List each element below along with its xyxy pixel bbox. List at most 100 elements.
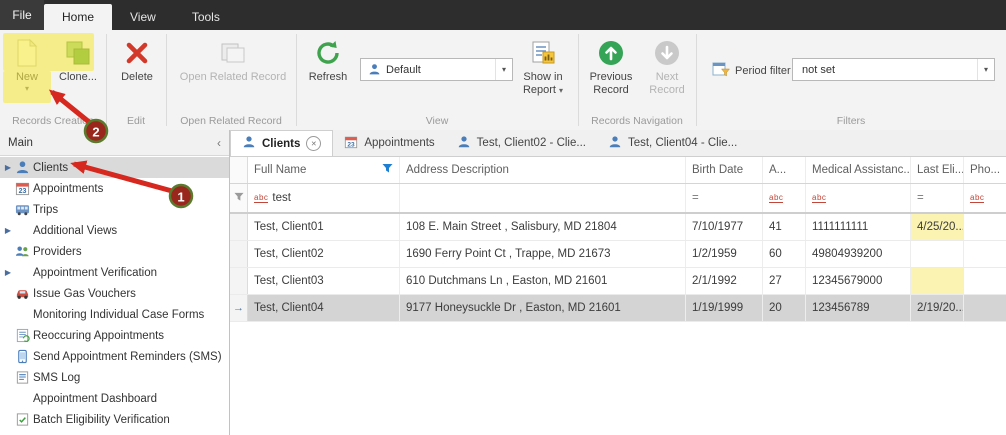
person-icon [457, 135, 471, 152]
sidebar-item-issue-gas-vouchers[interactable]: Issue Gas Vouchers [0, 283, 229, 304]
person-icon [366, 62, 382, 78]
document-tabbar: Clients 23 Appointments Test, Client02 -… [230, 130, 1006, 157]
person-icon [608, 135, 622, 152]
view-selector-combo[interactable]: Default ▾ [360, 58, 513, 81]
tab-client02[interactable]: Test, Client02 - Clie... [446, 130, 597, 156]
group-label-filters: Filters [836, 115, 866, 127]
refresh-button[interactable]: Refresh [302, 33, 354, 118]
column-header-full-name[interactable]: Full Name [248, 157, 400, 183]
period-filter-label: Period filter [712, 61, 791, 80]
filter-age[interactable] [763, 184, 806, 212]
column-header-phone[interactable]: Pho... [964, 157, 1006, 183]
sidebar-item-clients[interactable]: ▶ Clients [0, 157, 229, 178]
open-related-record-button[interactable]: Open Related Record [176, 33, 290, 118]
column-header-last-eligibility[interactable]: Last Eli... [911, 157, 964, 183]
sidebar: Main ‹ ▶ Clients 23 Appointments Trips ▶ [0, 130, 230, 435]
sidebar-item-appointment-dashboard[interactable]: Appointment Dashboard [0, 388, 229, 409]
previous-record-button[interactable]: Previous Record [583, 33, 639, 118]
sidebar-item-additional-views[interactable]: ▶ Additional Views [0, 220, 229, 241]
group-label-records-navigation: Records Navigation [591, 115, 683, 127]
next-record-button[interactable]: Next Record [641, 33, 693, 118]
table-row[interactable]: Test, Client01 108 E. Main Street , Sali… [230, 214, 1006, 241]
new-button[interactable]: New ▾ [4, 33, 50, 118]
person-icon [13, 160, 32, 175]
sidebar-item-appointments[interactable]: 23 Appointments [0, 178, 229, 199]
menu-tab-tools[interactable]: Tools [174, 4, 238, 30]
menu-file[interactable]: File [0, 0, 44, 30]
sidebar-item-send-appointment-reminders[interactable]: Send Appointment Reminders (SMS) [0, 346, 229, 367]
sidebar-item-reoccuring-appointments[interactable]: Reoccuring Appointments [0, 325, 229, 346]
filter-phone[interactable] [964, 184, 1006, 212]
table-row[interactable]: Test, Client02 1690 Ferry Point Ct , Tra… [230, 241, 1006, 268]
ribbon-separator [578, 34, 579, 126]
log-list-icon [13, 370, 32, 385]
grid-header-row: Full Name Address Description Birth Date… [230, 157, 1006, 184]
combo-dropdown-icon[interactable]: ▾ [977, 59, 994, 80]
up-arrow-circle-icon [596, 38, 626, 68]
text-filter-icon [254, 193, 269, 203]
calendar-icon: 23 [13, 181, 32, 196]
sidebar-item-trips[interactable]: Trips [0, 199, 229, 220]
eligibility-cell: 4/25/20... [911, 214, 964, 240]
menu-tab-view[interactable]: View [112, 4, 174, 30]
menu-tab-home[interactable]: Home [44, 4, 113, 30]
bus-icon [13, 202, 32, 217]
report-icon [528, 38, 558, 68]
table-row[interactable]: Test, Client03 610 Dutchmans Ln , Easton… [230, 268, 1006, 295]
car-icon [13, 286, 32, 301]
filter-full-name[interactable]: test [248, 184, 400, 212]
sidebar-item-appointment-verification[interactable]: ▶ Appointment Verification [0, 262, 229, 283]
filter-funnel-icon[interactable] [382, 163, 393, 177]
delete-button[interactable]: Delete [112, 33, 162, 118]
tab-appointments[interactable]: 23 Appointments [333, 130, 445, 156]
dropdown-caret-icon: ▾ [559, 86, 564, 95]
clone-button[interactable]: Clone... [54, 33, 102, 118]
sidebar-item-batch-eligibility-verification[interactable]: Batch Eligibility Verification [0, 409, 229, 430]
eligibility-cell [911, 268, 964, 294]
chevron-right-icon: ▶ [4, 163, 12, 172]
close-tab-icon[interactable] [306, 136, 322, 151]
refresh-icon [313, 38, 343, 68]
filter-address[interactable] [400, 184, 686, 212]
sidebar-item-providers[interactable]: Providers [0, 241, 229, 262]
clients-grid: Full Name Address Description Birth Date… [230, 157, 1006, 435]
tab-client04[interactable]: Test, Client04 - Clie... [597, 130, 748, 156]
column-header-address[interactable]: Address Description [400, 157, 686, 183]
group-label-open-related: Open Related Record [180, 115, 282, 127]
filter-medical-assistance[interactable] [806, 184, 911, 212]
filter-row-icon [233, 192, 244, 205]
current-row-arrow-icon: → [233, 302, 244, 314]
filter-last-eligibility[interactable]: = [911, 184, 964, 212]
text-filter-icon [769, 193, 784, 203]
table-row-selected[interactable]: → Test, Client04 9177 Honeysuckle Dr , E… [230, 295, 1006, 322]
show-in-report-button[interactable]: Show in Report ▾ [512, 33, 574, 118]
sidebar-title: Main [8, 136, 33, 149]
menubar: File Home View Tools [0, 0, 1006, 30]
filter-birth-date[interactable]: = [686, 184, 763, 212]
ribbon-separator [166, 34, 167, 126]
people-icon [13, 244, 32, 259]
delete-x-icon [122, 38, 152, 68]
sidebar-item-sms-log[interactable]: SMS Log [0, 367, 229, 388]
column-header-medical-assistance[interactable]: Medical Assistanc... [806, 157, 911, 183]
combo-dropdown-icon[interactable]: ▾ [495, 59, 512, 80]
sidebar-header: Main ‹ [0, 130, 229, 156]
period-filter-combo[interactable]: not set ▾ [792, 58, 995, 81]
text-filter-icon [970, 193, 985, 203]
clone-icon [63, 38, 93, 68]
column-header-birth-date[interactable]: Birth Date [686, 157, 763, 183]
svg-text:23: 23 [348, 141, 356, 148]
tab-clients[interactable]: Clients [230, 130, 334, 156]
collapse-sidebar-icon[interactable]: ‹ [217, 136, 221, 150]
sidebar-item-monitoring-individual-case-forms[interactable]: Monitoring Individual Case Forms [0, 304, 229, 325]
checklist-icon [13, 412, 32, 427]
dropdown-caret-icon: ▾ [24, 84, 29, 93]
text-filter-icon [812, 193, 827, 203]
ribbon: New ▾ Clone... Delete Open Related Recor… [0, 30, 1006, 131]
open-related-record-icon [218, 38, 248, 68]
column-header-age[interactable]: A... [763, 157, 806, 183]
down-arrow-circle-icon [652, 38, 682, 68]
person-icon [242, 135, 256, 152]
ribbon-separator [696, 34, 697, 126]
period-filter-icon [712, 61, 731, 80]
